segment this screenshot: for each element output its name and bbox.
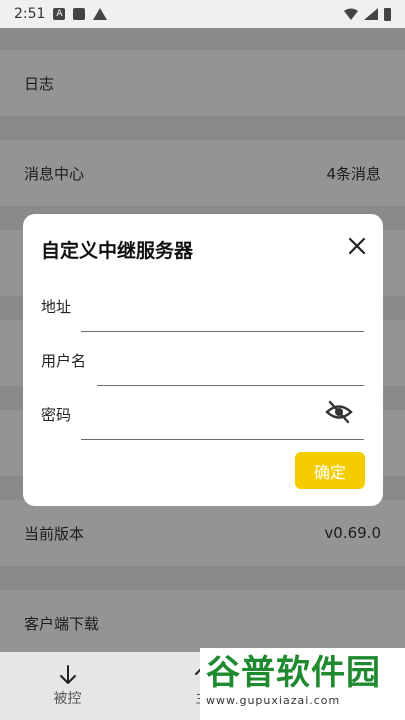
watermark-title: 谷普软件园	[206, 653, 381, 693]
password-underline	[81, 439, 364, 440]
signal-icon	[364, 8, 378, 20]
wifi-icon	[344, 8, 358, 20]
arrow-down-icon	[59, 665, 76, 684]
status-bar: 2:51 A	[0, 0, 405, 28]
nav-item-controlled[interactable]: 被控	[0, 652, 135, 720]
a-notification-icon: A	[53, 8, 66, 20]
password-label: 密码	[41, 406, 72, 424]
confirm-button[interactable]: 确定	[295, 452, 365, 489]
battery-icon	[384, 7, 391, 21]
status-right	[344, 7, 391, 21]
relay-server-dialog: 自定义中继服务器 地址 用户名 密码 确定	[23, 214, 383, 506]
address-label: 地址	[41, 298, 72, 316]
warning-icon	[93, 8, 108, 20]
status-left: 2:51 A	[14, 6, 108, 22]
watermark-url: www.gupuxiazai.com	[206, 694, 341, 707]
close-icon[interactable]	[345, 234, 369, 258]
username-underline	[97, 385, 364, 386]
address-underline	[81, 331, 364, 332]
visibility-off-icon[interactable]	[325, 400, 353, 424]
square-notification-icon	[73, 8, 86, 20]
watermark-logo: 谷普软件园 www.gupuxiazai.com	[200, 648, 405, 720]
dialog-title: 自定义中继服务器	[41, 240, 194, 262]
status-time: 2:51	[14, 6, 46, 22]
nav-item-label: 被控	[53, 691, 82, 707]
username-label: 用户名	[41, 352, 87, 370]
